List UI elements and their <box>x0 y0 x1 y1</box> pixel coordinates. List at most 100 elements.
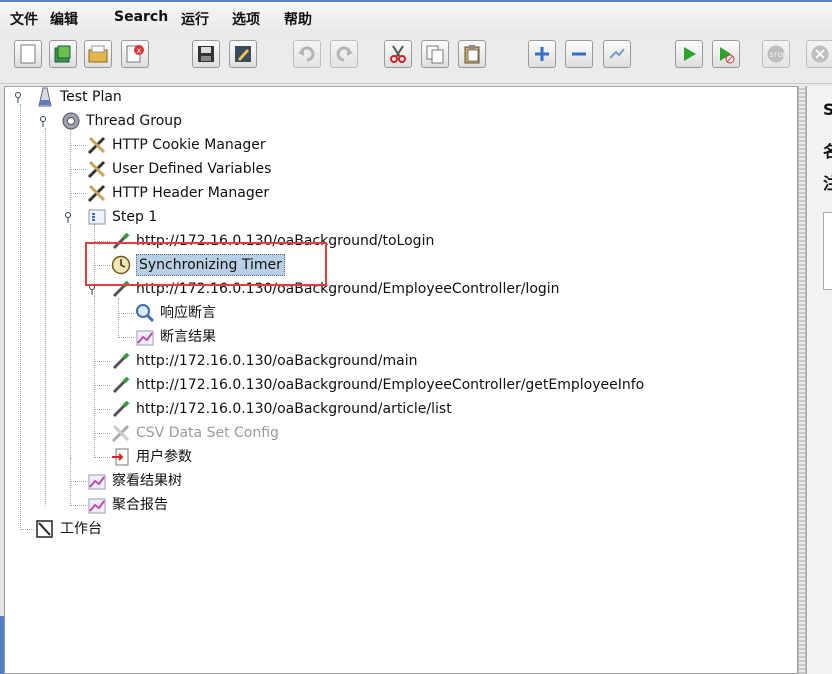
templates-icon <box>54 45 71 63</box>
tree-node-user-defined-variables[interactable]: User Defined Variables <box>86 158 271 180</box>
tree-line <box>70 505 86 506</box>
open-icon <box>88 45 108 63</box>
menu-options[interactable]: 选项 <box>232 9 260 29</box>
node-label: 用户参数 <box>136 449 192 465</box>
node-label: Test Plan <box>60 89 122 105</box>
tree-line <box>118 313 134 314</box>
start-no-pause-icon <box>720 47 735 64</box>
wrench-icon <box>111 424 130 443</box>
tree-node-step1[interactable]: Step 1 <box>86 206 157 228</box>
controller-icon <box>88 209 106 225</box>
tree-node-thread-group[interactable]: Thread Group <box>60 110 182 132</box>
node-label: 聚合报告 <box>112 497 168 513</box>
save-button[interactable] <box>192 40 220 68</box>
wrench-icon <box>87 184 106 203</box>
tree-line <box>70 458 71 506</box>
copy-button[interactable] <box>421 40 449 68</box>
edit-icon <box>235 46 251 62</box>
menu-edit[interactable]: 编辑 <box>50 9 78 29</box>
tree-node-request-main[interactable]: http://172.16.0.130/oaBackground/main <box>110 350 417 372</box>
tree-line <box>70 128 71 218</box>
tree-node-csv-data-set-config[interactable]: CSV Data Set Config <box>110 422 279 444</box>
right-detail-panel: S 名 注 <box>806 86 832 674</box>
tree-node-test-plan[interactable]: Test Plan <box>34 86 122 108</box>
listener-chart-icon <box>136 330 154 346</box>
node-label: Step 1 <box>112 209 158 225</box>
wrench-icon <box>87 136 106 155</box>
tree-node-assertion-results[interactable]: 断言结果 <box>134 326 216 348</box>
tree-line <box>45 128 46 506</box>
node-label: Thread Group <box>86 113 183 129</box>
edit-button[interactable] <box>229 40 257 68</box>
split-pane-divider[interactable] <box>798 86 806 674</box>
node-label: HTTP Header Manager <box>112 185 270 201</box>
tree-node-request-getemployeeinfo[interactable]: http://172.16.0.130/oaBackground/Employe… <box>110 374 644 396</box>
panel-title: S <box>823 100 832 119</box>
sampler-pipette-icon <box>112 400 130 418</box>
expand-toggle-icon[interactable] <box>14 92 24 104</box>
redo-button[interactable] <box>330 40 358 68</box>
cut-button[interactable] <box>384 40 412 68</box>
start-no-pause-button[interactable] <box>712 40 740 68</box>
annotation-highlight-box <box>85 242 327 286</box>
shutdown-button[interactable] <box>806 40 832 68</box>
stop-button[interactable]: STOP <box>762 40 790 68</box>
tree-line <box>20 529 34 530</box>
sampler-pipette-icon <box>112 352 130 370</box>
toggle-icon <box>609 48 625 59</box>
tree-node-view-results-tree[interactable]: 察看结果树 <box>86 470 182 492</box>
new-icon <box>20 44 36 64</box>
node-label: 响应断言 <box>160 305 216 321</box>
tree-node-header-manager[interactable]: HTTP Header Manager <box>86 182 269 204</box>
magnifier-icon <box>136 304 155 323</box>
menu-run[interactable]: 运行 <box>181 9 209 29</box>
cut-icon <box>390 45 406 63</box>
start-button[interactable] <box>675 40 703 68</box>
tree-line <box>94 361 110 362</box>
tree-line <box>70 481 86 482</box>
copy-icon <box>426 45 444 64</box>
toolbar: x STOP <box>0 34 832 84</box>
paste-button[interactable] <box>458 40 486 68</box>
expand-toggle-icon[interactable] <box>39 116 49 128</box>
listener-chart-icon <box>88 498 106 514</box>
expand-button[interactable] <box>528 40 556 68</box>
node-label: http://172.16.0.130/oaBackground/main <box>136 353 418 369</box>
tree-node-aggregate-report[interactable]: 聚合报告 <box>86 494 168 516</box>
tree-node-user-parameters[interactable]: 用户参数 <box>110 446 192 468</box>
open-button[interactable] <box>84 40 112 68</box>
menu-help[interactable]: 帮助 <box>284 9 312 29</box>
redo-icon <box>336 46 353 62</box>
new-button[interactable] <box>14 40 42 68</box>
name-label: 名 <box>823 138 832 162</box>
node-label: http://172.16.0.130/oaBackground/Employe… <box>136 377 645 393</box>
wrench-icon <box>87 160 106 179</box>
tree-line <box>70 193 86 194</box>
undo-button[interactable] <box>293 40 321 68</box>
expand-icon <box>535 47 549 61</box>
node-label: User Defined Variables <box>112 161 272 177</box>
expand-toggle-icon[interactable] <box>64 212 74 224</box>
close-icon: x <box>126 45 144 63</box>
gear-icon <box>62 112 80 130</box>
tree-line <box>94 409 110 410</box>
collapse-button[interactable] <box>565 40 593 68</box>
templates-button[interactable] <box>49 40 77 68</box>
tree-line <box>70 169 86 170</box>
menu-search[interactable]: Search <box>114 9 168 25</box>
menu-file[interactable]: 文件 <box>10 9 38 29</box>
close-button[interactable]: x <box>121 40 149 68</box>
tree-node-request-article-list[interactable]: http://172.16.0.130/oaBackground/article… <box>110 398 452 420</box>
toggle-button[interactable] <box>603 40 631 68</box>
node-label: CSV Data Set Config <box>136 425 279 441</box>
tree-line <box>70 224 71 458</box>
node-label: http://172.16.0.130/oaBackground/article… <box>136 401 452 417</box>
node-label: 工作台 <box>60 521 102 537</box>
tree-node-response-assertion[interactable]: 响应断言 <box>134 302 216 324</box>
save-icon <box>198 46 214 62</box>
tree-node-cookie-manager[interactable]: HTTP Cookie Manager <box>86 134 266 156</box>
tree-node-workbench[interactable]: 工作台 <box>34 518 102 540</box>
shutdown-icon <box>811 45 829 63</box>
tree-line <box>94 385 110 386</box>
menu-bar: 文件 编辑 Search 运行 选项 帮助 <box>0 0 832 34</box>
